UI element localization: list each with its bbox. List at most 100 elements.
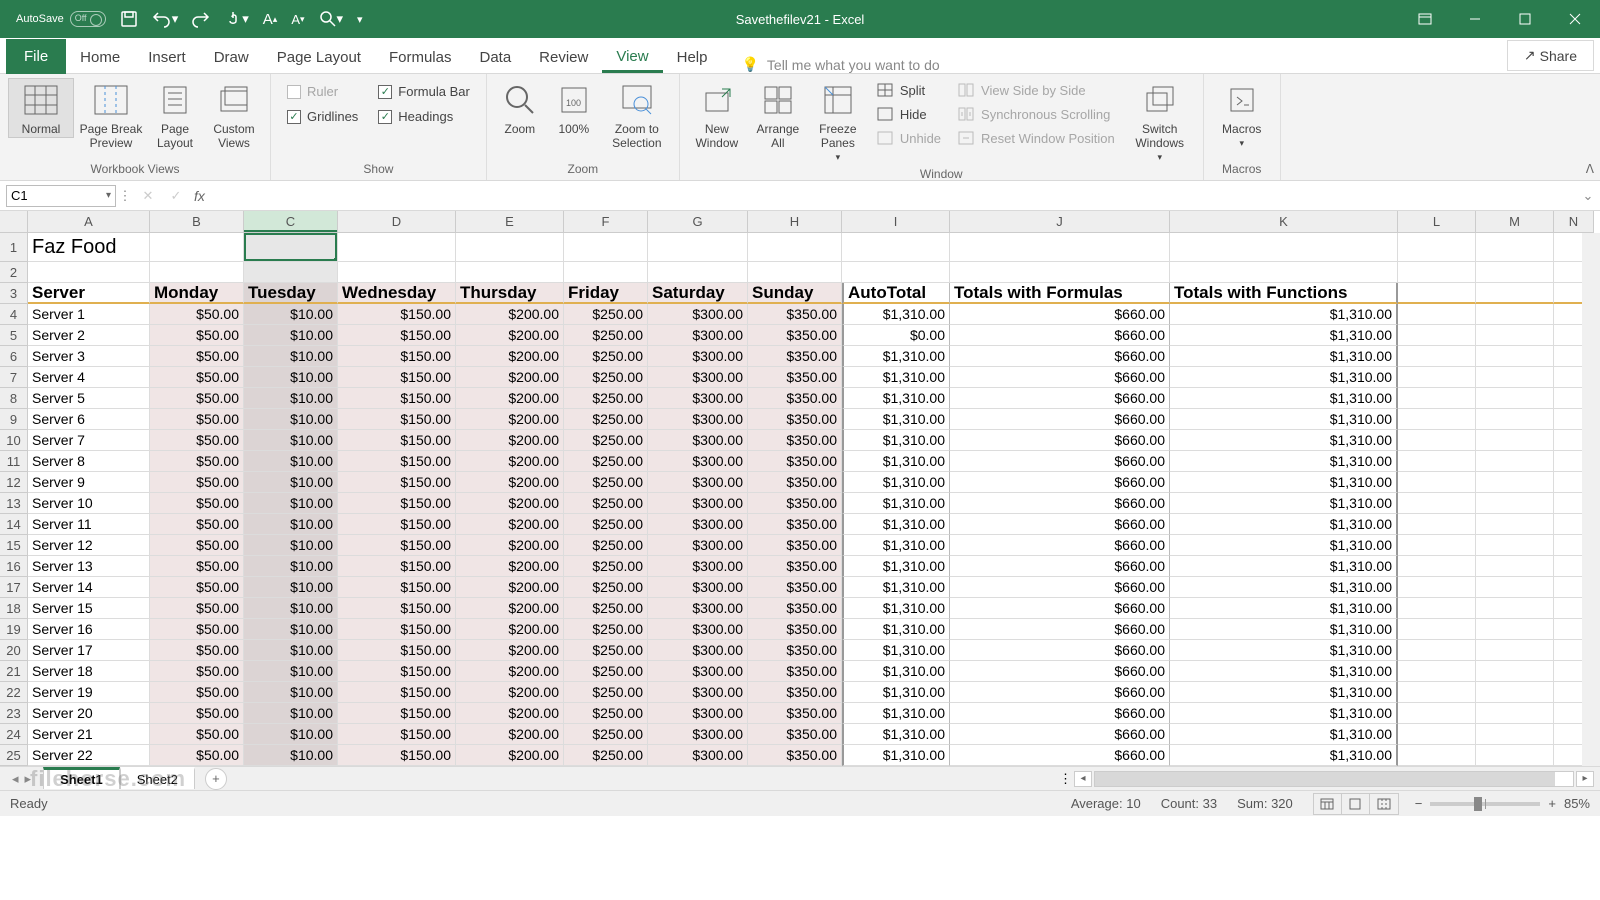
cell[interactable]: $50.00: [150, 682, 244, 703]
touch-mode-icon[interactable]: ▾: [224, 10, 249, 28]
new-window-button[interactable]: New Window: [688, 78, 746, 152]
zoom-slider[interactable]: [1430, 802, 1540, 806]
row-header[interactable]: 16: [0, 556, 27, 577]
cell[interactable]: [1476, 283, 1554, 304]
cell[interactable]: $150.00: [338, 493, 456, 514]
cell[interactable]: $350.00: [748, 598, 842, 619]
cell[interactable]: $50.00: [150, 472, 244, 493]
cell[interactable]: $1,310.00: [1170, 388, 1398, 409]
cell[interactable]: [1476, 661, 1554, 682]
cell[interactable]: [1476, 535, 1554, 556]
cell[interactable]: $200.00: [456, 367, 564, 388]
cell[interactable]: $200.00: [456, 556, 564, 577]
cell[interactable]: [1398, 514, 1476, 535]
cell[interactable]: $660.00: [950, 451, 1170, 472]
cell[interactable]: [28, 262, 150, 283]
cell[interactable]: $350.00: [748, 661, 842, 682]
cell[interactable]: $200.00: [456, 724, 564, 745]
cell[interactable]: $200.00: [456, 346, 564, 367]
cell[interactable]: $1,310.00: [842, 661, 950, 682]
cell[interactable]: $1,310.00: [1170, 493, 1398, 514]
page-break-view-icon[interactable]: [1370, 794, 1398, 814]
cell[interactable]: [1476, 682, 1554, 703]
cell[interactable]: $150.00: [338, 388, 456, 409]
cell[interactable]: $300.00: [648, 682, 748, 703]
cell[interactable]: [1398, 640, 1476, 661]
row-header[interactable]: 19: [0, 619, 27, 640]
cell[interactable]: $10.00: [244, 346, 338, 367]
redo-icon[interactable]: [192, 10, 210, 28]
cell[interactable]: $350.00: [748, 619, 842, 640]
cell[interactable]: $660.00: [950, 304, 1170, 325]
autosave-toggle[interactable]: AutoSave Off: [16, 11, 106, 27]
cell[interactable]: $1,310.00: [842, 577, 950, 598]
cell[interactable]: [648, 262, 748, 283]
cell[interactable]: Server: [28, 283, 150, 304]
cell[interactable]: [1476, 703, 1554, 724]
column-header-M[interactable]: M: [1476, 211, 1554, 232]
cell[interactable]: $10.00: [244, 724, 338, 745]
cell[interactable]: $200.00: [456, 325, 564, 346]
cell[interactable]: $350.00: [748, 409, 842, 430]
select-all-corner[interactable]: [0, 211, 28, 233]
cell[interactable]: Server 3: [28, 346, 150, 367]
cell[interactable]: $1,310.00: [842, 388, 950, 409]
cell[interactable]: $150.00: [338, 472, 456, 493]
cell[interactable]: [1398, 577, 1476, 598]
cell[interactable]: $1,310.00: [842, 535, 950, 556]
cell[interactable]: $300.00: [648, 703, 748, 724]
cell[interactable]: $150.00: [338, 577, 456, 598]
cell[interactable]: $200.00: [456, 745, 564, 766]
cell[interactable]: $10.00: [244, 556, 338, 577]
cell[interactable]: [1398, 472, 1476, 493]
cell[interactable]: [1476, 367, 1554, 388]
cell[interactable]: Faz Food: [28, 233, 150, 262]
cell[interactable]: $1,310.00: [842, 346, 950, 367]
cell[interactable]: $350.00: [748, 577, 842, 598]
cell[interactable]: Friday: [564, 283, 648, 304]
cell[interactable]: Server 6: [28, 409, 150, 430]
cell[interactable]: [1476, 619, 1554, 640]
cell[interactable]: Server 9: [28, 472, 150, 493]
row-header[interactable]: 12: [0, 472, 27, 493]
cell[interactable]: $300.00: [648, 346, 748, 367]
cell[interactable]: [1476, 556, 1554, 577]
cell[interactable]: $150.00: [338, 367, 456, 388]
cell[interactable]: $250.00: [564, 724, 648, 745]
cell[interactable]: [150, 233, 244, 262]
cell[interactable]: [1476, 640, 1554, 661]
cell[interactable]: $200.00: [456, 493, 564, 514]
switch-windows-button[interactable]: Switch Windows▾: [1125, 78, 1195, 165]
cell[interactable]: $350.00: [748, 472, 842, 493]
cell[interactable]: $1,310.00: [1170, 451, 1398, 472]
cell[interactable]: $10.00: [244, 598, 338, 619]
cell[interactable]: $50.00: [150, 640, 244, 661]
custom-views-button[interactable]: Custom Views: [206, 78, 262, 152]
cell[interactable]: [1476, 493, 1554, 514]
cell[interactable]: $10.00: [244, 493, 338, 514]
cell[interactable]: $350.00: [748, 367, 842, 388]
column-header-H[interactable]: H: [748, 211, 842, 232]
cell[interactable]: $1,310.00: [1170, 556, 1398, 577]
cell[interactable]: Totals with Formulas: [950, 283, 1170, 304]
row-header[interactable]: 6: [0, 346, 27, 367]
column-header-I[interactable]: I: [842, 211, 950, 232]
cell[interactable]: $300.00: [648, 388, 748, 409]
cell[interactable]: [1476, 304, 1554, 325]
cell[interactable]: $250.00: [564, 577, 648, 598]
cell[interactable]: [1398, 325, 1476, 346]
cell[interactable]: $0.00: [842, 325, 950, 346]
cell[interactable]: $300.00: [648, 493, 748, 514]
cell[interactable]: $350.00: [748, 430, 842, 451]
cell[interactable]: $250.00: [564, 388, 648, 409]
cell[interactable]: Server 21: [28, 724, 150, 745]
cell[interactable]: Server 10: [28, 493, 150, 514]
cell[interactable]: $1,310.00: [1170, 724, 1398, 745]
zoom-selection-button[interactable]: Zoom to Selection: [603, 78, 671, 152]
cell[interactable]: Server 19: [28, 682, 150, 703]
cell[interactable]: Server 14: [28, 577, 150, 598]
cell[interactable]: Server 13: [28, 556, 150, 577]
tab-page-layout[interactable]: Page Layout: [263, 41, 375, 73]
cell[interactable]: $50.00: [150, 598, 244, 619]
cell[interactable]: [338, 233, 456, 262]
